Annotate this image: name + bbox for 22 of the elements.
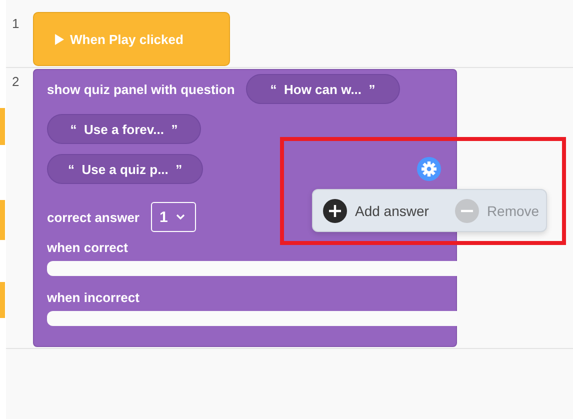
block-label: When Play clicked [70,32,184,46]
block-slot[interactable] [47,311,457,326]
answer-input[interactable]: “ Use a quiz p... ” [47,154,204,184]
block-label: when incorrect [47,290,140,305]
add-answer-button[interactable]: Add answer [323,198,429,222]
block-label: correct answer [47,210,140,224]
settings-icon[interactable] [417,157,441,181]
block-edge [0,200,5,240]
play-icon [55,34,64,44]
block-label: show quiz panel with question [47,82,235,96]
block-slot[interactable] [47,261,457,276]
block-edge [0,108,5,145]
block-label: when correct [47,240,128,255]
block-edge [0,282,5,318]
answer-dropdown[interactable]: 1 [150,202,196,232]
chevron-icon [176,214,185,220]
answer-input[interactable]: “ Use a forev... ” [47,114,201,144]
line-number: 1 [11,15,20,31]
plus-icon [323,198,347,222]
question-input[interactable]: “ How can w... ” [246,74,400,104]
line-number: 2 [11,73,20,89]
minus-icon [454,198,479,222]
